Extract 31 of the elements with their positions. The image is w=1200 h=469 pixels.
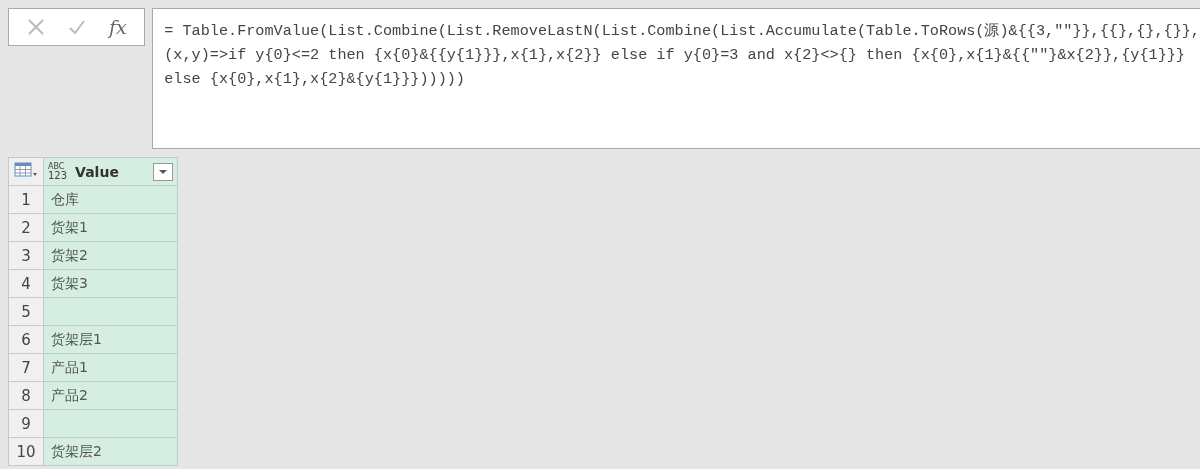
row-number: 5 <box>21 302 31 321</box>
formula-line: else {x{0},x{1},x{2}&{y{1}}}))))) <box>164 69 466 90</box>
row-number: 1 <box>21 190 31 209</box>
row-number: 2 <box>21 218 31 237</box>
table-menu-icon[interactable] <box>14 162 38 178</box>
type-label: ABC <box>48 162 66 171</box>
row-number: 10 <box>16 442 36 461</box>
table-cell: 产品2 <box>51 386 88 405</box>
formula-line: = Table.FromValue(List.Combine(List.RemoveLastN(List.Combine(List.Accumulate(Table.ToRows(源)&{{3,""}},{{},{},{}}, <box>164 21 1200 42</box>
row-number: 4 <box>21 274 31 293</box>
formula-field[interactable] <box>152 8 1200 149</box>
close-icon[interactable] <box>26 18 45 36</box>
table-cell: 仓库 <box>51 190 79 209</box>
row-number: 8 <box>21 386 31 405</box>
table-cell: 货架2 <box>51 246 88 265</box>
caret-icon <box>158 168 168 175</box>
type-label: 123 <box>48 170 68 181</box>
table-cell: 货架层1 <box>51 330 102 349</box>
row-number: 6 <box>21 330 31 349</box>
filter-dropdown-button[interactable] <box>153 162 173 181</box>
table-cell: 货架1 <box>51 218 88 237</box>
fx-button[interactable]: fx <box>108 16 127 38</box>
row-number: 3 <box>21 246 31 265</box>
column-header: Value <box>75 163 120 180</box>
table-cell: 货架3 <box>51 274 88 293</box>
table-cell: 货架层2 <box>51 442 102 461</box>
formula-line: (x,y)=>if y{0}<=2 then {x{0}&{{y{1}}},x{1},x{2}} else if y{0}=3 and x{2}<>{} then {x{0},x{1}&{{""}&x{2}},{y{1}}} <box>164 45 1186 66</box>
table-cell: 产品1 <box>51 358 88 377</box>
row-number: 7 <box>21 358 31 377</box>
check-icon[interactable] <box>67 19 86 35</box>
row-number: 9 <box>21 414 31 433</box>
